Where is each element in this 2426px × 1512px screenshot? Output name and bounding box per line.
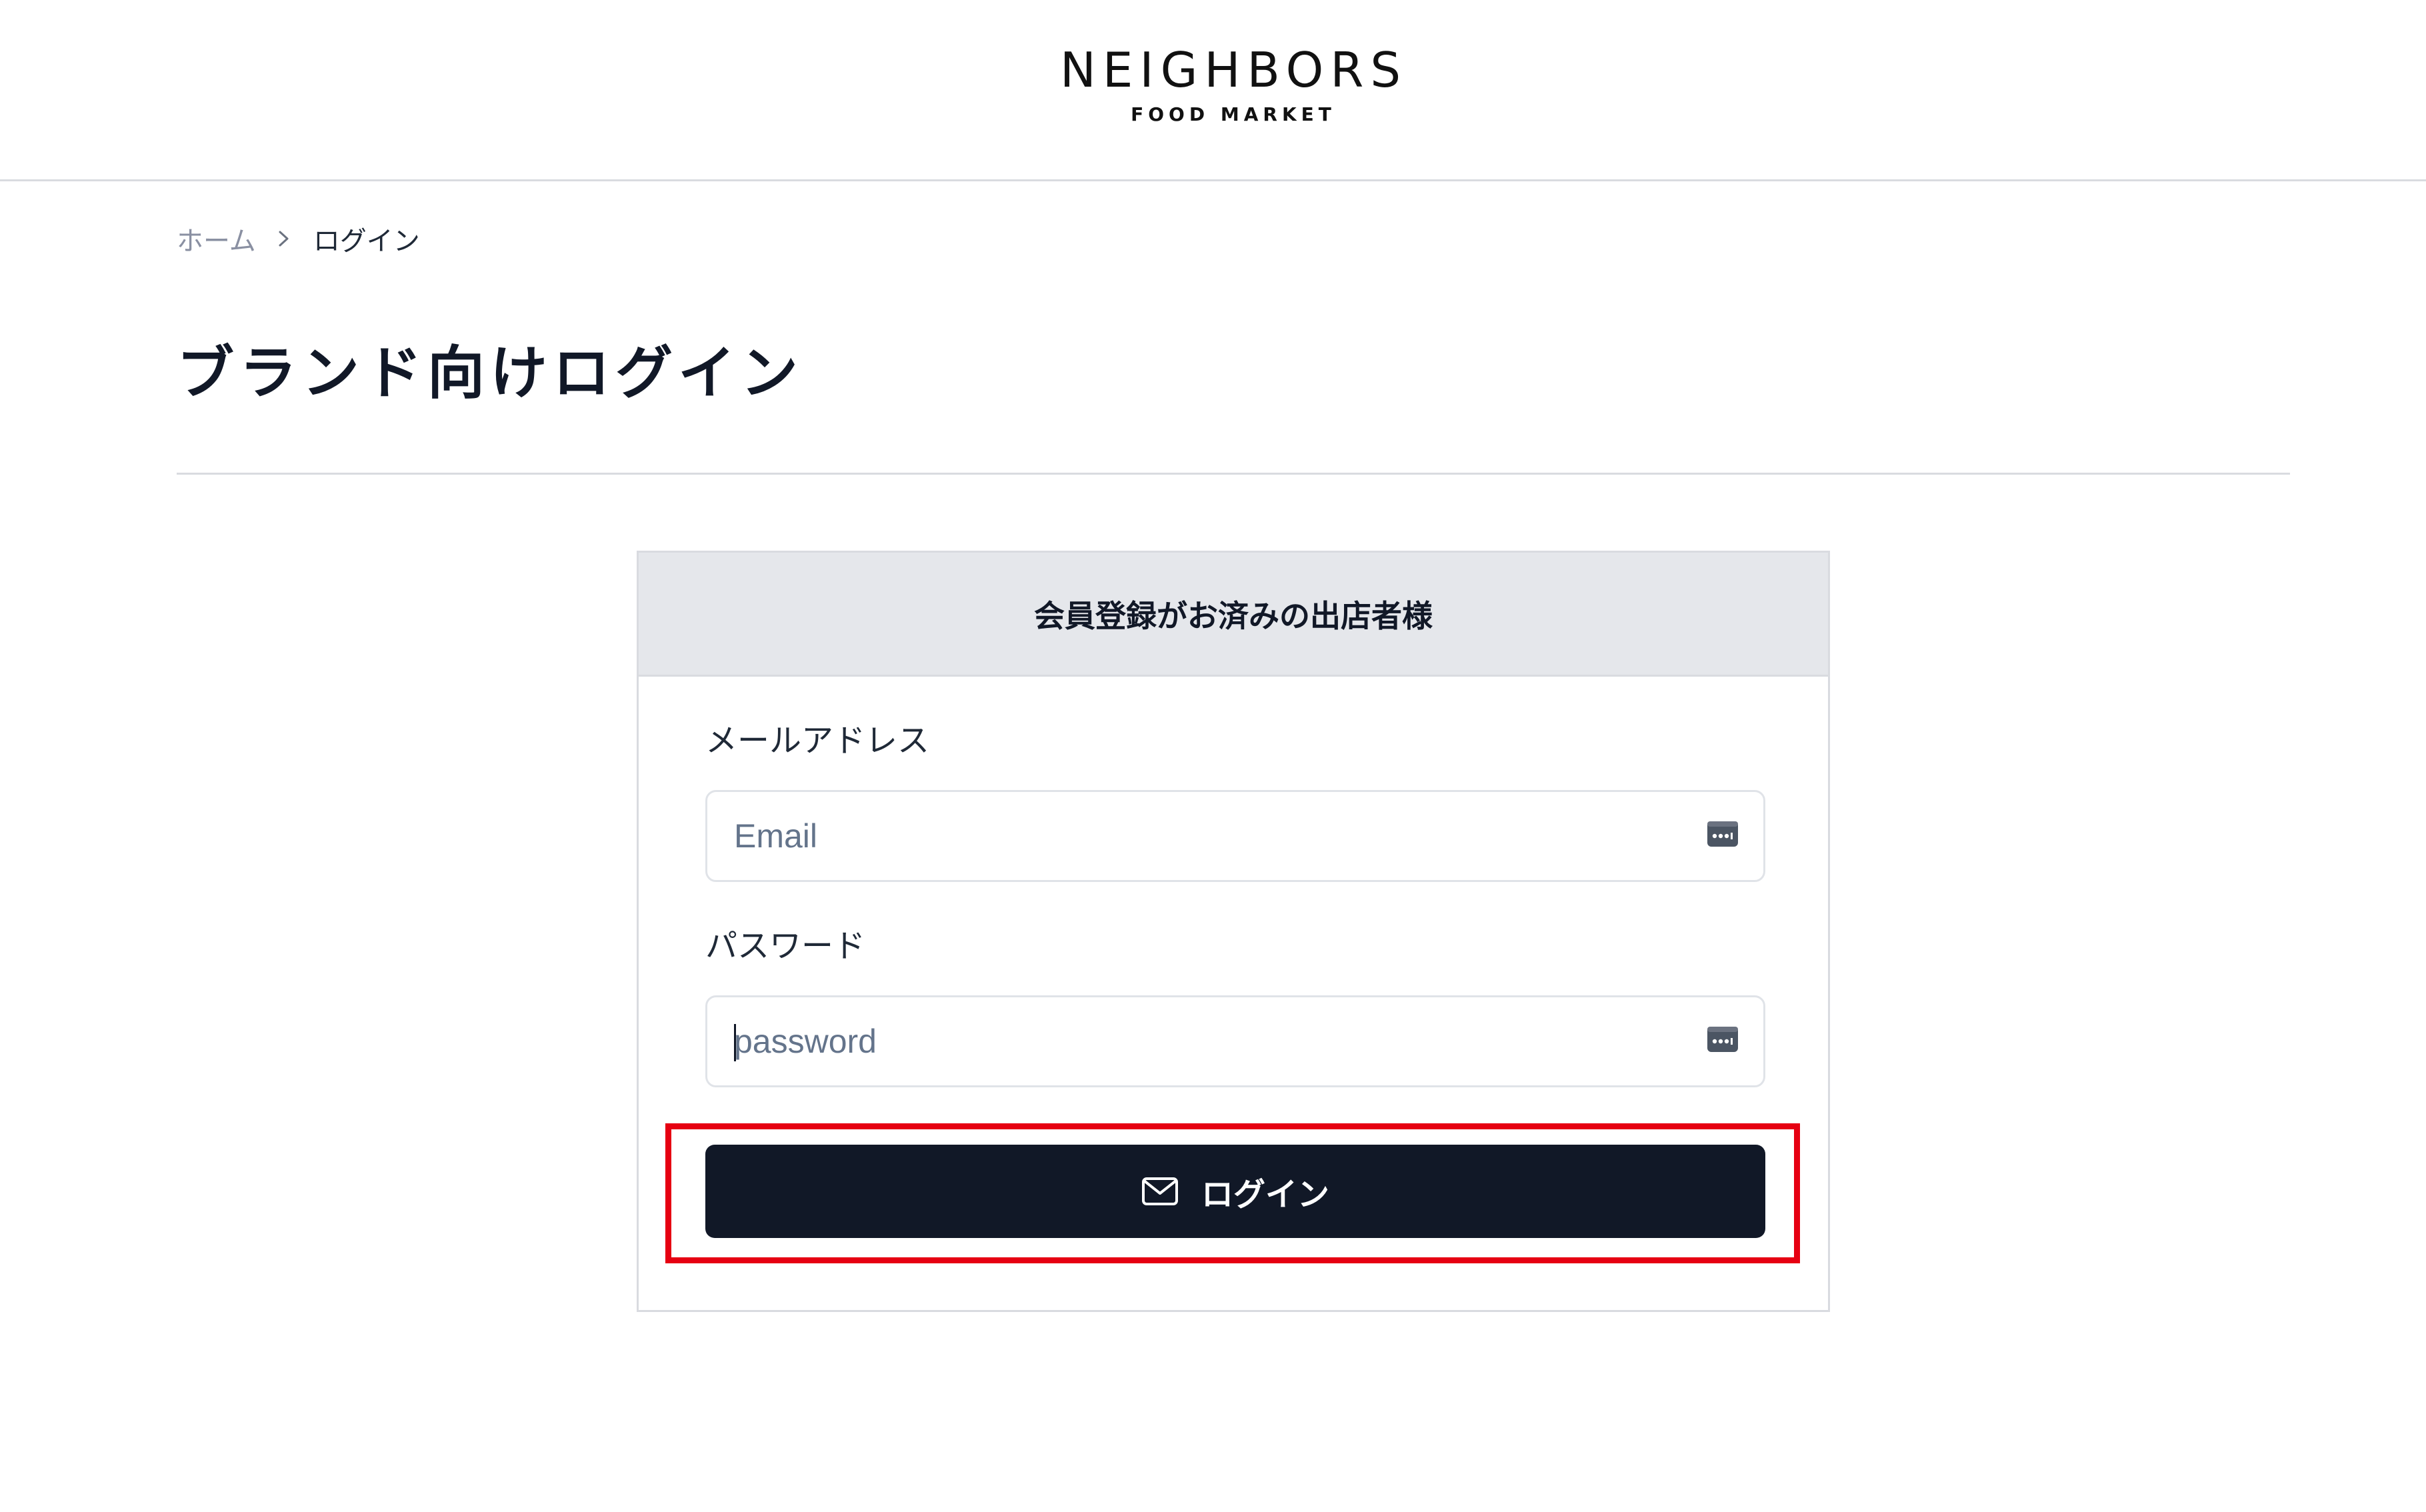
password-label: パスワード bbox=[705, 927, 866, 965]
password-manager-icon[interactable] bbox=[1706, 1024, 1739, 1055]
login-button-label: ログイン bbox=[1201, 1176, 1329, 1213]
password-manager-icon[interactable] bbox=[1706, 819, 1739, 849]
breadcrumb: ホーム ログイン bbox=[177, 220, 420, 257]
login-button[interactable]: ログイン bbox=[705, 1145, 1765, 1238]
mail-icon bbox=[1141, 1177, 1179, 1206]
site-header: NEIGHBORS FOOD MARKET bbox=[0, 0, 2426, 181]
email-input[interactable] bbox=[734, 792, 1694, 880]
email-field-wrapper bbox=[705, 790, 1765, 882]
breadcrumb-home-link[interactable]: ホーム bbox=[177, 219, 256, 258]
password-input[interactable] bbox=[734, 997, 1694, 1085]
login-card: 会員登録がお済みの出店者様 メールアドレス パスワード bbox=[637, 551, 1830, 1312]
page-title: ブランド向けログイン bbox=[177, 340, 803, 407]
logo-main-text: NEIGHBORS bbox=[1060, 42, 1408, 98]
breadcrumb-current: ログイン bbox=[313, 226, 420, 257]
page: NEIGHBORS FOOD MARKET ホーム ログイン ブランド向けログイ… bbox=[0, 0, 2426, 1512]
login-card-header: 会員登録がお済みの出店者様 bbox=[639, 553, 1828, 677]
site-logo[interactable]: NEIGHBORS FOOD MARKET bbox=[1060, 41, 1407, 128]
title-divider bbox=[177, 473, 2290, 475]
text-caret bbox=[734, 1024, 736, 1061]
email-label: メールアドレス bbox=[705, 722, 930, 759]
logo-sub-text: FOOD MARKET bbox=[1131, 103, 1336, 125]
chevron-right-icon bbox=[276, 225, 292, 252]
password-field-wrapper bbox=[705, 995, 1765, 1087]
